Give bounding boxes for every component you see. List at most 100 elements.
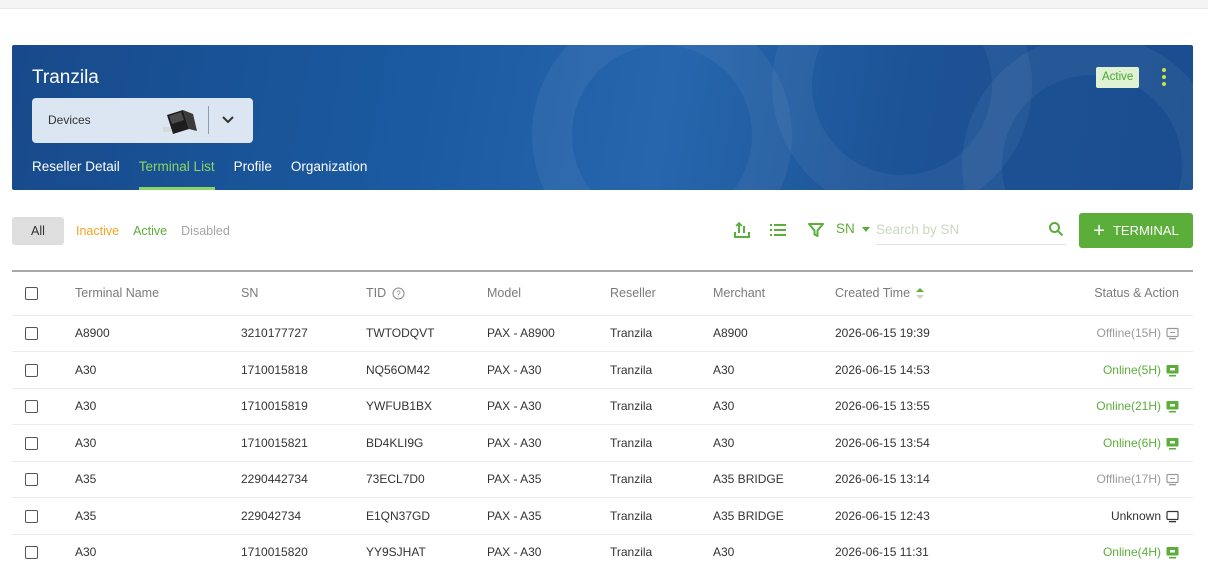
- cell-reseller: Tranzila: [610, 351, 713, 389]
- cell-reseller: Tranzila: [610, 388, 713, 425]
- cell-created: 2026-06-15 14:53: [835, 351, 1025, 389]
- add-terminal-label: TERMINAL: [1112, 223, 1179, 238]
- filter-icon[interactable]: [807, 221, 825, 239]
- cell-merchant: A35 BRIDGE: [713, 461, 835, 498]
- column-header-status-action: Status & Action: [1025, 271, 1193, 316]
- filter-all-button[interactable]: All: [12, 217, 64, 245]
- status-text: Unknown: [1110, 508, 1161, 523]
- row-checkbox[interactable]: [25, 400, 38, 414]
- status-badge: Active: [1096, 67, 1140, 88]
- monitor-online-icon[interactable]: [1166, 364, 1179, 377]
- filter-active-button[interactable]: Active: [133, 224, 167, 238]
- column-header-created-label: Created Time: [835, 286, 911, 301]
- row-checkbox[interactable]: [25, 509, 38, 523]
- column-header-created-time[interactable]: Created Time: [835, 271, 1025, 316]
- cell-tid: NQ56OM42: [366, 351, 487, 389]
- svg-text:?: ?: [396, 290, 401, 299]
- cell-sn: 1710015818: [241, 351, 366, 389]
- cell-sn: 229042734: [241, 497, 366, 535]
- cell-tid: TWTODQVT: [366, 315, 487, 352]
- terminal-table: Terminal Name SN TID? Model Reseller Mer…: [12, 270, 1193, 566]
- row-checkbox-cell: [12, 497, 75, 535]
- cell-sn: 1710015820: [241, 534, 366, 566]
- cell-model: PAX - A35: [487, 461, 610, 498]
- filter-inactive-button[interactable]: Inactive: [76, 224, 119, 238]
- tab-organization[interactable]: Organization: [291, 158, 368, 190]
- row-checkbox-cell: [12, 424, 75, 462]
- column-header-reseller: Reseller: [610, 271, 713, 316]
- column-header-tid-label: TID: [366, 286, 387, 301]
- cell-created: 2026-06-15 13:55: [835, 388, 1025, 425]
- cell-merchant: A30: [713, 351, 835, 389]
- select-all-checkbox[interactable]: [25, 287, 38, 301]
- search-field-select[interactable]: SN: [836, 221, 871, 236]
- list-view-icon[interactable]: [769, 221, 787, 239]
- status-text: Online(4H): [1102, 545, 1161, 560]
- help-icon[interactable]: ?: [392, 287, 405, 300]
- row-checkbox[interactable]: [25, 363, 38, 377]
- table-row[interactable]: A35 2290442734 73ECL7D0 PAX - A35 Tranzila A3…: [12, 461, 1193, 498]
- cell-name: A35: [75, 497, 241, 535]
- cell-name: A30: [75, 424, 241, 462]
- tab-terminal-list[interactable]: Terminal List: [138, 158, 215, 190]
- monitor-online-icon[interactable]: [1166, 546, 1179, 559]
- chevron-down-icon[interactable]: [220, 111, 236, 127]
- row-checkbox-cell: [12, 351, 75, 389]
- table-row[interactable]: A30 1710015819 YWFUB1BX PAX - A30 Tranzila A3…: [12, 388, 1193, 425]
- reseller-title: Tranzila: [32, 67, 99, 88]
- monitor-offline-icon[interactable]: [1166, 327, 1179, 340]
- terminal-table-body: A8900 3210177727 TWTODQVT PAX - A8900 Tranzi…: [12, 315, 1193, 566]
- cell-sn: 1710015821: [241, 424, 366, 462]
- table-row[interactable]: A8900 3210177727 TWTODQVT PAX - A8900 Tranzi…: [12, 315, 1193, 352]
- cell-reseller: Tranzila: [610, 534, 713, 566]
- column-header-merchant: Merchant: [713, 271, 835, 316]
- row-checkbox[interactable]: [25, 327, 38, 341]
- cell-created: 2026-06-15 13:54: [835, 424, 1025, 462]
- add-terminal-button[interactable]: + TERMINAL: [1079, 213, 1193, 248]
- search-field-value: SN: [836, 221, 855, 236]
- monitor-offline-icon[interactable]: [1166, 473, 1179, 486]
- caret-down-icon: [861, 227, 870, 232]
- more-vertical-icon[interactable]: [1157, 65, 1171, 89]
- status-text: Online(21H): [1096, 399, 1161, 414]
- row-checkbox[interactable]: [25, 436, 38, 450]
- cell-merchant: A35 BRIDGE: [713, 497, 835, 535]
- search-input[interactable]: [876, 215, 1036, 243]
- table-row[interactable]: A30 1710015821 BD4KLI9G PAX - A30 Tranzila A3…: [12, 424, 1193, 462]
- cell-merchant: A30: [713, 388, 835, 425]
- monitor-online-icon[interactable]: [1166, 400, 1179, 413]
- cell-model: PAX - A30: [487, 534, 610, 566]
- cell-tid: YWFUB1BX: [366, 388, 487, 425]
- devices-dropdown-label: Devices: [48, 113, 91, 127]
- export-icon[interactable]: [733, 221, 751, 239]
- search-icon[interactable]: [1048, 221, 1064, 237]
- row-checkbox[interactable]: [25, 473, 38, 487]
- table-header-row: Terminal Name SN TID? Model Reseller Mer…: [12, 271, 1193, 316]
- cell-model: PAX - A8900: [487, 315, 610, 352]
- cell-status: Offline(15H): [1025, 315, 1193, 352]
- row-checkbox-cell: [12, 388, 75, 425]
- tab-reseller-detail[interactable]: Reseller Detail: [32, 158, 120, 190]
- table-row[interactable]: A35 229042734 E1QN37GD PAX - A35 Tranzila A35…: [12, 497, 1193, 535]
- filter-disabled-button[interactable]: Disabled: [181, 224, 230, 238]
- row-checkbox-cell: [12, 315, 75, 352]
- tab-profile[interactable]: Profile: [234, 158, 272, 190]
- table-row[interactable]: A30 1710015818 NQ56OM42 PAX - A30 Tranzila A3…: [12, 351, 1193, 389]
- status-text: Online(6H): [1102, 435, 1161, 450]
- cell-reseller: Tranzila: [610, 315, 713, 352]
- row-checkbox[interactable]: [25, 546, 38, 560]
- cell-sn: 1710015819: [241, 388, 366, 425]
- cell-reseller: Tranzila: [610, 424, 713, 462]
- cell-sn: 2290442734: [241, 461, 366, 498]
- table-row[interactable]: A30 1710015820 YY9SJHAT PAX - A30 Tranzila A3…: [12, 534, 1193, 566]
- devices-dropdown[interactable]: Devices: [32, 98, 253, 143]
- cell-name: A8900: [75, 315, 241, 352]
- cell-status: Online(6H): [1025, 424, 1193, 462]
- monitor-unknown-icon[interactable]: [1166, 510, 1179, 523]
- plus-icon: +: [1093, 219, 1105, 242]
- search-box: [876, 215, 1066, 245]
- cell-status: Unknown: [1025, 497, 1193, 535]
- monitor-online-icon[interactable]: [1166, 437, 1179, 450]
- cell-model: PAX - A35: [487, 497, 610, 535]
- sort-icon[interactable]: [916, 288, 925, 300]
